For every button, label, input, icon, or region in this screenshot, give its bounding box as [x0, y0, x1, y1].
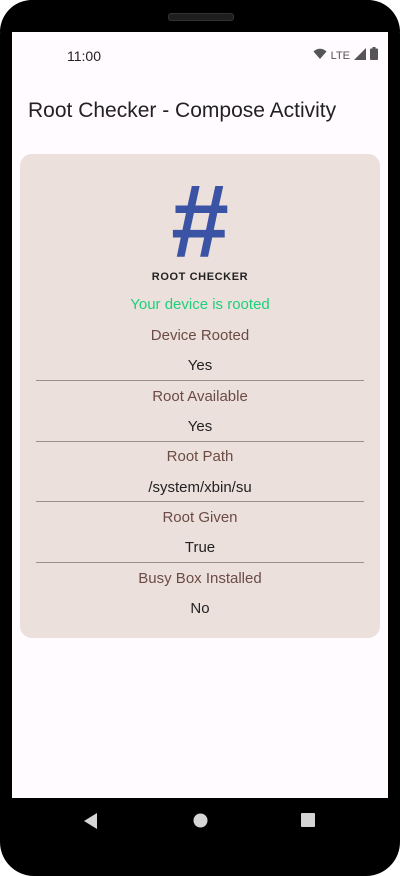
divider	[36, 380, 364, 381]
row-label-root-given: Root Given	[162, 509, 238, 526]
root-status-card: # ROOT CHECKER Your device is rooted Dev…	[20, 154, 380, 638]
back-icon[interactable]	[84, 813, 98, 834]
app-bar-title: Root Checker - Compose Activity	[28, 99, 337, 122]
wifi-icon	[313, 47, 327, 65]
hash-icon: #	[171, 164, 229, 280]
row-value-busybox-installed: No	[190, 600, 210, 617]
battery-icon	[370, 47, 378, 65]
row-label-root-available: Root Available	[152, 388, 248, 405]
row-label-busybox-installed: Busy Box Installed	[138, 570, 262, 587]
row-value-root-given: True	[184, 539, 216, 556]
root-status-message: Your device is rooted	[130, 296, 270, 313]
recents-icon[interactable]	[301, 813, 315, 832]
home-icon[interactable]	[193, 813, 208, 833]
divider	[36, 501, 364, 502]
card-title: ROOT CHECKER	[151, 271, 249, 283]
status-icons: LTE	[313, 47, 378, 65]
row-value-root-path: /system/xbin/su	[148, 479, 252, 496]
screen: 11:00 LTE Root Checker - Compose Activit…	[12, 32, 388, 798]
row-value-device-rooted: Yes	[187, 357, 213, 374]
device-frame: 11:00 LTE Root Checker - Compose Activit…	[0, 0, 400, 876]
network-type: LTE	[330, 50, 350, 62]
speaker-grille	[168, 13, 234, 21]
divider	[36, 441, 364, 442]
system-nav-bar	[0, 798, 400, 844]
device-top-bezel	[0, 0, 400, 32]
row-label-device-rooted: Device Rooted	[150, 327, 250, 344]
divider	[36, 562, 364, 563]
status-time: 11:00	[67, 48, 101, 64]
row-value-root-available: Yes	[187, 418, 213, 435]
signal-icon	[354, 47, 366, 65]
row-label-root-path: Root Path	[166, 448, 234, 465]
status-bar: 11:00 LTE	[12, 32, 388, 80]
